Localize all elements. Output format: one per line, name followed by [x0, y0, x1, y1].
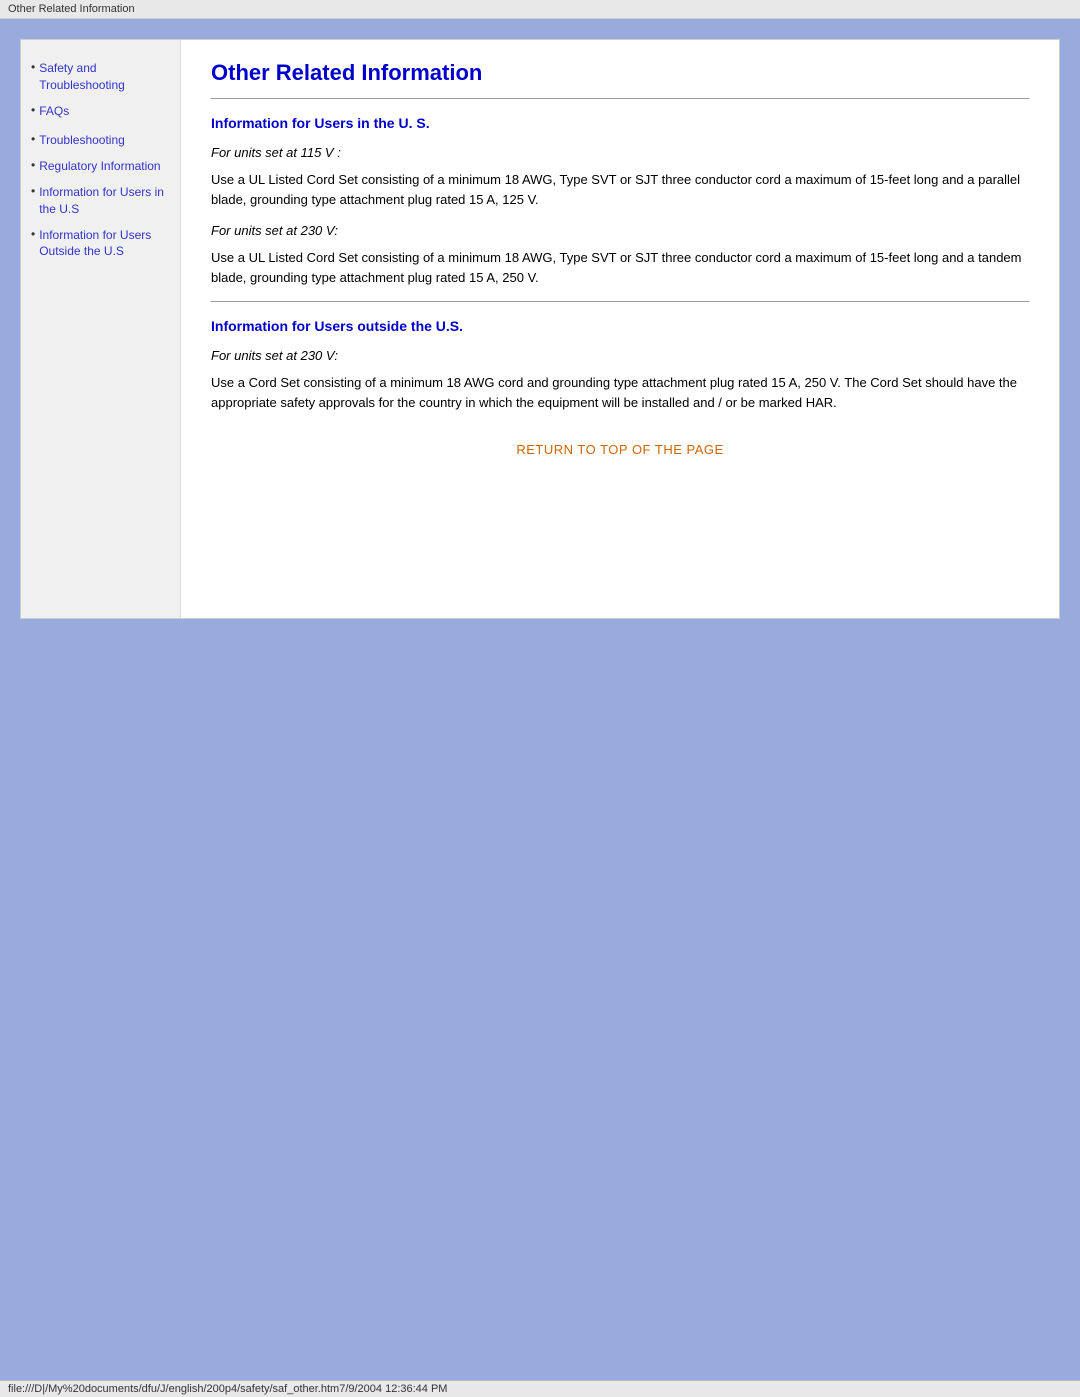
return-to-top-link[interactable]: RETURN TO TOP OF THE PAGE — [516, 442, 723, 457]
sidebar-item-faqs[interactable]: • FAQs — [31, 103, 170, 123]
bullet-troubleshooting: • — [31, 132, 35, 146]
main-content: Other Related Information Information fo… — [181, 40, 1059, 618]
bullet-users-us: • — [31, 184, 35, 198]
divider-top — [211, 98, 1029, 99]
section1-para2-italic: For units set at 230 V: — [211, 223, 1029, 238]
sidebar-item-regulatory[interactable]: • Regulatory Information — [31, 158, 170, 178]
title-bar-text: Other Related Information — [8, 3, 135, 15]
page-title: Other Related Information — [211, 60, 1029, 86]
sidebar-link-regulatory[interactable]: Regulatory Information — [39, 158, 160, 175]
sidebar-item-safety[interactable]: • Safety and Troubleshooting — [31, 60, 170, 97]
sidebar: • Safety and Troubleshooting • FAQs • Tr… — [21, 40, 181, 618]
status-bar: file:///D|/My%20documents/dfu/J/english/… — [0, 1380, 1080, 1397]
page-container: • Safety and Troubleshooting • FAQs • Tr… — [20, 39, 1060, 619]
bullet-regulatory: • — [31, 158, 35, 172]
status-bar-text: file:///D|/My%20documents/dfu/J/english/… — [8, 1383, 447, 1395]
bullet-faqs: • — [31, 103, 35, 117]
section1-title: Information for Users in the U. S. — [211, 115, 1029, 131]
section1-para1-text: Use a UL Listed Cord Set consisting of a… — [211, 170, 1029, 209]
sidebar-item-troubleshooting[interactable]: • Troubleshooting — [31, 132, 170, 152]
section2-para1-italic: For units set at 230 V: — [211, 348, 1029, 363]
section2-para1-text: Use a Cord Set consisting of a minimum 1… — [211, 373, 1029, 412]
sidebar-link-faqs[interactable]: FAQs — [39, 103, 69, 120]
bullet-users-outside: • — [31, 227, 35, 241]
sidebar-link-safety[interactable]: Safety and Troubleshooting — [39, 60, 170, 94]
sidebar-link-users-outside[interactable]: Information for Users Outside the U.S — [39, 227, 170, 261]
divider-middle — [211, 301, 1029, 302]
bullet-safety: • — [31, 60, 35, 74]
sidebar-item-users-us[interactable]: • Information for Users in the U.S — [31, 184, 170, 221]
section2-title: Information for Users outside the U.S. — [211, 318, 1029, 334]
bottom-background — [20, 619, 1060, 1019]
sidebar-link-troubleshooting[interactable]: Troubleshooting — [39, 132, 125, 149]
sidebar-item-users-outside[interactable]: • Information for Users Outside the U.S — [31, 227, 170, 264]
title-bar: Other Related Information — [0, 0, 1080, 19]
section1-para2-text: Use a UL Listed Cord Set consisting of a… — [211, 248, 1029, 287]
return-link-container[interactable]: RETURN TO TOP OF THE PAGE — [211, 442, 1029, 457]
browser-area: • Safety and Troubleshooting • FAQs • Tr… — [0, 19, 1080, 1039]
section1-para1-italic: For units set at 115 V : — [211, 145, 1029, 160]
sidebar-link-users-us[interactable]: Information for Users in the U.S — [39, 184, 170, 218]
